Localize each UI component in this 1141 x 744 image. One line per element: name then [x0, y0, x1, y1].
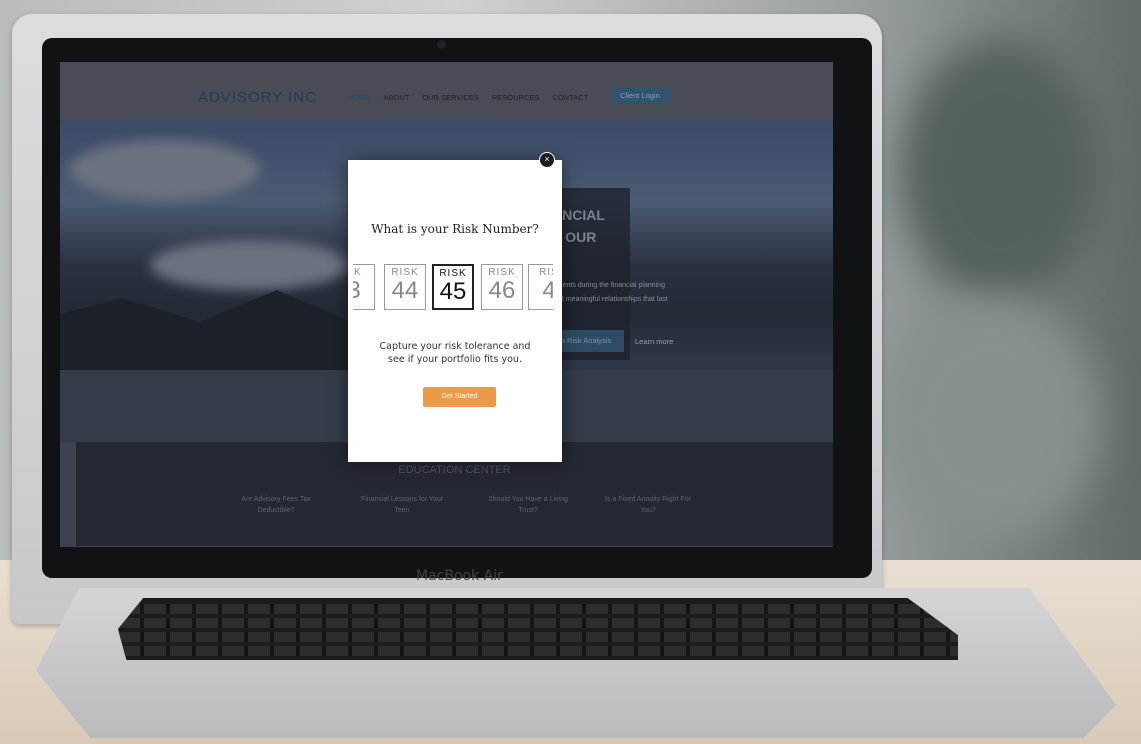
site-header: ADVISORY INC HOME ABOUT OUR SERVICES RES…: [60, 62, 833, 120]
hero-text-line1: clients during the financial planning: [556, 282, 665, 289]
main-nav: HOME ABOUT OUR SERVICES RESOURCES CONTAC…: [348, 93, 588, 102]
nav-about[interactable]: ABOUT: [384, 93, 410, 102]
keyboard: [118, 598, 958, 660]
risk-tile-number: 3: [353, 277, 361, 304]
hero-cloud: [150, 240, 350, 290]
key-row: [118, 632, 958, 642]
learn-more-link[interactable]: Learn more: [635, 337, 673, 346]
client-login-button[interactable]: Client Login: [611, 88, 669, 104]
risk-tile: RISK 44: [384, 264, 426, 310]
risk-tile-number: 4: [542, 277, 553, 304]
laptop-brand-label: MacBook Air: [416, 568, 503, 584]
hero-mountain: [60, 290, 370, 370]
hero-text-line2: nd meaningful relationships that last: [556, 296, 668, 303]
risk-number-strip: SK 3 RISK 44 RISK 45 RISK 46 RIS 4: [353, 264, 553, 316]
nav-home[interactable]: HOME: [348, 93, 371, 102]
close-icon[interactable]: ×: [539, 152, 555, 168]
key-row: [118, 604, 958, 614]
risk-tile-number: 45: [439, 278, 467, 305]
education-title: EDUCATION CENTER: [398, 464, 511, 476]
hero-cloud: [70, 140, 260, 200]
key-row: [118, 646, 958, 656]
nav-our-services[interactable]: OUR SERVICES: [422, 93, 479, 102]
education-item[interactable]: Is a Fixed Annuity Right For You?: [600, 494, 696, 516]
key-row: [118, 618, 958, 628]
camera-icon: [437, 40, 446, 49]
get-started-button[interactable]: Get Started: [423, 387, 496, 407]
modal-title: What is your Risk Number?: [371, 222, 539, 236]
education-item[interactable]: Should You Have a Living Trust?: [480, 494, 576, 516]
education-item[interactable]: Are Advisory Fees Tax Deductible?: [228, 494, 324, 516]
modal-description: Capture your risk tolerance and see if y…: [379, 341, 531, 365]
risk-tile-active: RISK 45: [432, 264, 474, 310]
risk-tile-number: 44: [391, 277, 419, 304]
nav-resources[interactable]: RESOURCES: [492, 93, 540, 102]
background-window-blur: [880, 300, 1100, 540]
site-logo[interactable]: ADVISORY INC: [198, 89, 317, 106]
risk-tile-number: 46: [488, 277, 516, 304]
background-plant-blur: [900, 40, 1100, 300]
education-item[interactable]: Financial Lessons for Your Teen: [354, 494, 450, 516]
risk-tile: RIS 4: [528, 264, 553, 310]
nav-contact[interactable]: CONTACT: [552, 93, 588, 102]
risk-tile: SK 3: [353, 264, 375, 310]
risk-tile: RISK 46: [481, 264, 523, 310]
